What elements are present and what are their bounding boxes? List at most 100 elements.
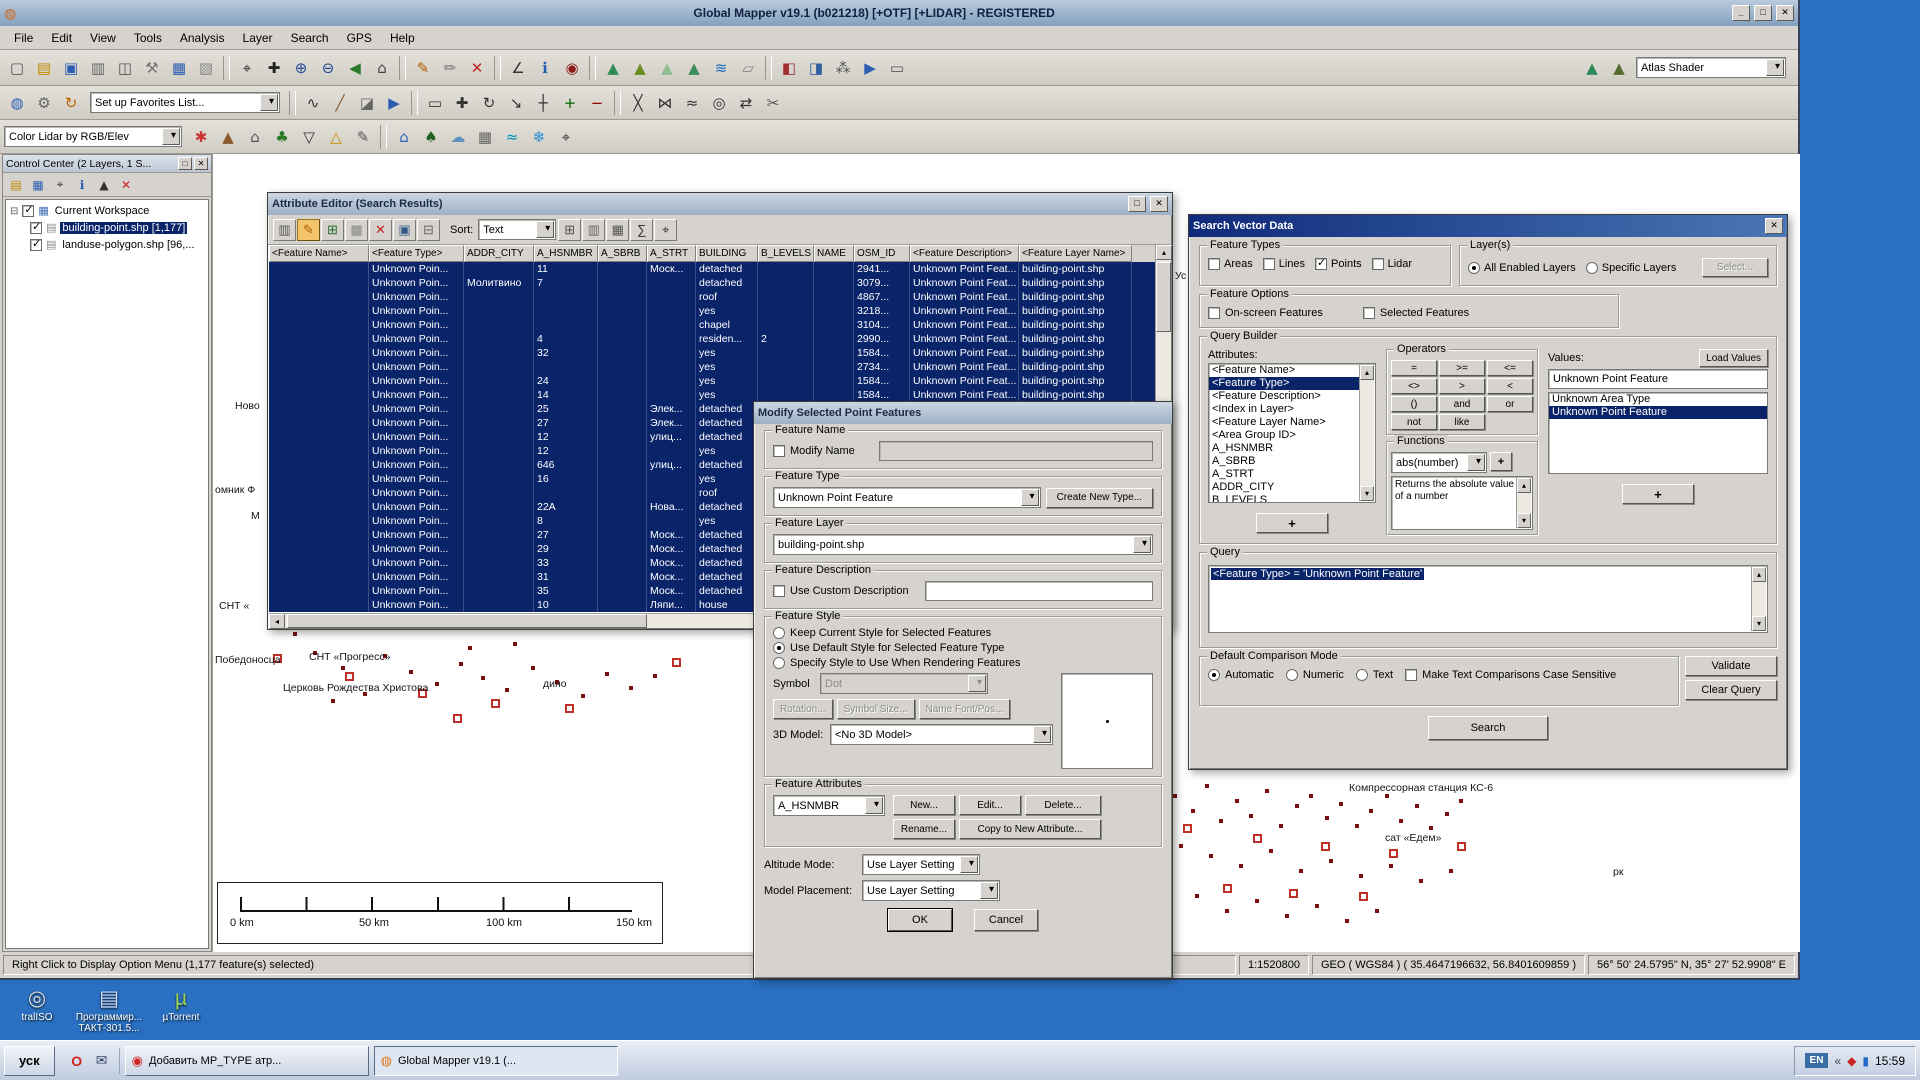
menu-item[interactable]: GPS xyxy=(339,29,380,47)
comparison-radio-row[interactable]: Text xyxy=(1356,669,1393,681)
settings-gear-icon[interactable]: ⚙ xyxy=(31,90,57,116)
water-level-icon[interactable]: ≈ xyxy=(499,124,525,150)
menu-item[interactable]: Edit xyxy=(43,29,80,47)
zoom-tool-icon[interactable]: ⌖ xyxy=(234,55,260,81)
tray-chevron-icon[interactable]: « xyxy=(1834,1054,1841,1068)
toolbar-icon[interactable] xyxy=(223,56,230,80)
lidar-vegetation-class-icon[interactable]: ♣ xyxy=(269,124,295,150)
layer-row[interactable]: building-point.shp [1,177] xyxy=(6,219,208,236)
table-row[interactable]: Unknown Poin... 14 yes 1584... Unknown P… xyxy=(269,388,1155,402)
utorrent-desktop-icon[interactable]: µ µTorrent xyxy=(146,986,216,1023)
extract-trees-icon[interactable]: ♠ xyxy=(418,124,444,150)
map-layout-icon[interactable]: ▭ xyxy=(884,55,910,81)
contours-icon[interactable]: ≋ xyxy=(708,55,734,81)
swipe-icon[interactable]: ◨ xyxy=(803,55,829,81)
sort-dropdown[interactable]: Text xyxy=(478,219,556,240)
close-button[interactable] xyxy=(1776,5,1794,21)
menu-item[interactable]: Analysis xyxy=(172,29,233,47)
column-header[interactable]: A_STRT xyxy=(647,245,696,262)
ae-new-column-icon[interactable]: ⊞ xyxy=(558,219,581,241)
menu-item[interactable]: Tools xyxy=(126,29,170,47)
clear-query-button[interactable]: Clear Query xyxy=(1685,680,1777,700)
scrollbar-thumb[interactable] xyxy=(287,614,647,628)
attribute-list-item[interactable]: <Feature Name> xyxy=(1209,364,1360,377)
full-extent-icon[interactable]: ⌂ xyxy=(369,55,395,81)
layers-radio-row[interactable]: All Enabled Layers xyxy=(1468,262,1576,274)
scroll-left-icon[interactable] xyxy=(269,614,285,629)
ae-highlight-icon[interactable]: ▩ xyxy=(345,219,368,241)
custom-description-checkbox[interactable] xyxy=(773,585,785,597)
value-input[interactable]: Unknown Point Feature xyxy=(1548,369,1768,389)
create-new-type-button[interactable]: Create New Type... xyxy=(1046,488,1153,508)
add-vertex-icon[interactable]: + xyxy=(557,90,583,116)
ae-copy-icon[interactable]: ▣ xyxy=(393,219,416,241)
gps-icon[interactable]: ▶ xyxy=(857,55,883,81)
ae-grid-icon[interactable]: ▦ xyxy=(606,219,629,241)
feature-style-radio[interactable]: Specify Style to Use When Rendering Feat… xyxy=(773,657,1153,669)
feature-type-dropdown[interactable]: Unknown Point Feature xyxy=(773,487,1041,508)
ae-locate-icon[interactable]: ⌖ xyxy=(654,219,677,241)
column-header[interactable]: <Feature Layer Name> xyxy=(1019,245,1132,262)
lidar-edit-icon[interactable]: ✎ xyxy=(350,124,376,150)
column-header[interactable]: A_HSNMBR xyxy=(534,245,598,262)
table-row[interactable]: Unknown Poin... 11 Моск... detached 2941… xyxy=(269,262,1155,276)
toolbar-icon[interactable] xyxy=(589,56,596,80)
comparison-radio-row[interactable]: Numeric xyxy=(1286,669,1344,681)
raster-blend-icon[interactable]: ◧ xyxy=(776,55,802,81)
table-row[interactable]: Unknown Poin... yes 2734... Unknown Poin… xyxy=(269,360,1155,374)
language-indicator[interactable]: EN xyxy=(1805,1053,1829,1068)
new-attribute-button[interactable]: New... xyxy=(893,795,955,815)
coordinate-icon[interactable]: ◉ xyxy=(559,55,585,81)
edit-tool-icon[interactable]: ✏ xyxy=(437,55,463,81)
value-list-item[interactable]: Unknown Point Feature xyxy=(1549,406,1767,419)
ae-edit-icon[interactable]: ✎ xyxy=(297,219,320,241)
attributes-scrollbar[interactable] xyxy=(1359,365,1374,501)
altitude-mode-dropdown[interactable]: Use Layer Setting xyxy=(862,854,980,875)
workspace-checkbox[interactable] xyxy=(22,205,34,217)
path-profile-icon[interactable]: ∿ xyxy=(300,90,326,116)
model-placement-dropdown[interactable]: Use Layer Setting xyxy=(862,880,1000,901)
create-terrain-icon[interactable]: ▲ xyxy=(600,55,626,81)
flatten-icon[interactable]: ▱ xyxy=(735,55,761,81)
favorites-dropdown[interactable]: Set up Favorites List... xyxy=(90,92,280,113)
query-textarea[interactable]: <Feature Type> = 'Unknown Point Feature' xyxy=(1208,565,1768,633)
lidar-ground-class-icon[interactable]: ▲ xyxy=(215,124,241,150)
custom-description-input[interactable] xyxy=(925,581,1153,601)
new-workspace-icon[interactable]: ▢ xyxy=(4,55,30,81)
function-description-scrollbar[interactable] xyxy=(1516,478,1531,528)
toolbar-icon[interactable] xyxy=(411,91,418,115)
cc-options-icon[interactable]: ▦ xyxy=(28,175,48,195)
toolbar-icon[interactable] xyxy=(380,125,387,149)
feature-info-icon[interactable]: ℹ xyxy=(532,55,558,81)
move-feature-icon[interactable]: ✚ xyxy=(449,90,475,116)
open-data-icon[interactable]: ▤ xyxy=(31,55,57,81)
attribute-list-item[interactable]: A_SBRB xyxy=(1209,455,1360,468)
zoom-in-icon[interactable]: ⊕ xyxy=(288,55,314,81)
validate-button[interactable]: Validate xyxy=(1685,656,1777,676)
column-header[interactable]: A_SBRB xyxy=(598,245,647,262)
table-row[interactable]: Unknown Poin... Молитвино 7 detached 307… xyxy=(269,276,1155,290)
offset-icon[interactable]: ⇄ xyxy=(733,90,759,116)
operator-button[interactable]: or xyxy=(1487,396,1533,412)
layers-radio-row[interactable]: Specific Layers xyxy=(1586,262,1677,274)
table-row[interactable]: Unknown Poin... chapel 3104... Unknown P… xyxy=(269,318,1155,332)
search-dialog-close-button[interactable] xyxy=(1765,218,1783,234)
operator-button[interactable]: and xyxy=(1439,396,1485,412)
ae-select-columns-icon[interactable]: ▥ xyxy=(273,219,296,241)
menu-item[interactable]: View xyxy=(82,29,124,47)
value-list-item[interactable]: Unknown Area Type xyxy=(1549,393,1767,406)
attribute-list-item[interactable]: <Area Group ID> xyxy=(1209,429,1360,442)
shader-dropdown[interactable]: Atlas Shader xyxy=(1636,57,1786,78)
scale-feature-icon[interactable]: ↘ xyxy=(503,90,529,116)
reload-icon[interactable]: ↻ xyxy=(58,90,84,116)
values-listbox[interactable]: Unknown Area TypeUnknown Point Feature xyxy=(1548,392,1768,474)
feature-type-checkbox-row[interactable]: Lines xyxy=(1263,258,1305,270)
feature-option-checkbox-row[interactable]: Selected Features xyxy=(1363,307,1469,319)
edit-attribute-button[interactable]: Edit... xyxy=(959,795,1021,815)
column-header[interactable]: ADDR_CITY xyxy=(464,245,534,262)
attribute-list-item[interactable]: B_LEVELS xyxy=(1209,494,1360,503)
delete-feature-icon[interactable]: ✕ xyxy=(464,55,490,81)
tree-expand-icon[interactable] xyxy=(10,205,18,217)
buffer-icon[interactable]: ◎ xyxy=(706,90,732,116)
select-layers-button[interactable]: Select... xyxy=(1702,258,1768,277)
